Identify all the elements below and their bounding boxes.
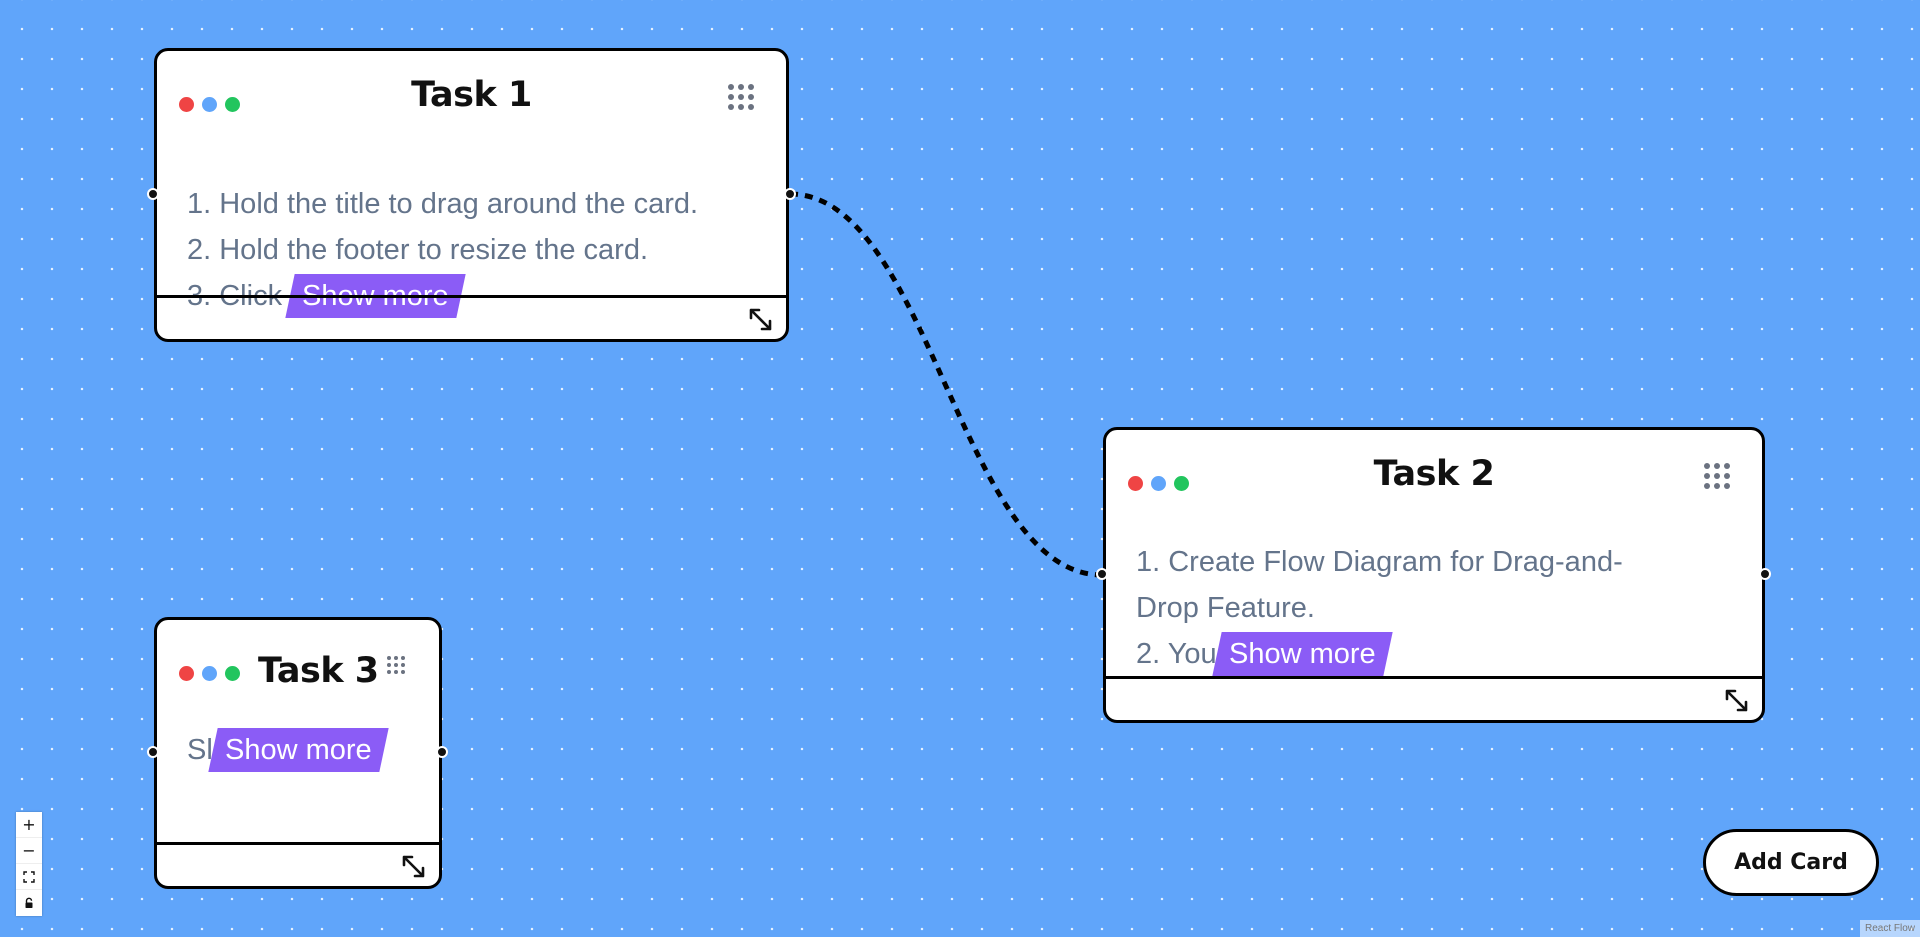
fit-view-button[interactable] [16, 864, 42, 890]
card-line-with-show-more: Sl Show more [187, 727, 419, 773]
card-1-left-handle[interactable] [147, 188, 159, 200]
show-more-button[interactable]: Show more [208, 728, 389, 772]
card-body: Sl Show more [187, 727, 419, 773]
task-card-2[interactable]: Task 2 1. Create Flow Diagram for Drag-a… [1103, 427, 1765, 723]
card-line: Drop Feature. [1136, 592, 1315, 624]
react-flow-attribution[interactable]: React Flow [1859, 920, 1920, 937]
show-more-label: Show more [224, 734, 372, 766]
card-header-drag-area[interactable]: Task 2 [1106, 430, 1762, 530]
show-more-label: Show more [1228, 638, 1376, 670]
card-header-drag-area[interactable]: Task 1 [157, 51, 786, 151]
card-3-right-handle[interactable] [436, 746, 448, 758]
card-header-drag-area[interactable]: Task 3 [157, 620, 439, 720]
card-footer-resize-area[interactable] [157, 295, 786, 339]
edge-task1-to-task2[interactable] [789, 191, 1103, 578]
zoom-in-button[interactable]: + [16, 812, 42, 838]
card-footer-resize-area[interactable] [157, 842, 439, 886]
minus-icon: − [22, 841, 36, 860]
card-footer-resize-area[interactable] [1106, 676, 1762, 720]
task-card-3[interactable]: Task 3 Sl Show more [154, 617, 442, 889]
card-line-with-show-more: 2. You Show more [1136, 631, 1742, 677]
resize-diagonal-icon[interactable] [399, 852, 429, 882]
card-3-left-handle[interactable] [147, 746, 159, 758]
green-dot-icon [225, 666, 240, 681]
card-line: 1. Create Flow Diagram for Drag-and- [1136, 546, 1623, 578]
card-title: Task 1 [411, 75, 532, 115]
lock-button[interactable] [16, 890, 42, 916]
card-2-left-handle[interactable] [1096, 568, 1108, 580]
flow-controls: + − [16, 812, 42, 916]
card-title: Task 3 [258, 651, 379, 691]
card-title: Task 2 [1373, 454, 1495, 494]
card-2-right-handle[interactable] [1759, 568, 1771, 580]
card-line: 1. Hold the title to drag around the car… [187, 188, 699, 220]
grip-dots-icon[interactable] [728, 84, 758, 114]
lock-icon [25, 897, 33, 908]
window-dots [179, 666, 240, 681]
grip-dots-icon[interactable] [1704, 463, 1734, 493]
grip-dots-icon[interactable] [387, 656, 417, 686]
flow-canvas[interactable]: Task 1 1. Hold the title to drag around … [0, 0, 1920, 937]
zoom-out-button[interactable]: − [16, 838, 42, 864]
card-line: 2. Hold the footer to resize the card. [187, 234, 649, 266]
show-more-button[interactable]: Show more [1211, 632, 1393, 676]
resize-diagonal-icon[interactable] [1722, 686, 1752, 716]
resize-diagonal-icon[interactable] [746, 305, 776, 335]
task-card-1[interactable]: Task 1 1. Hold the title to drag around … [154, 48, 789, 342]
plus-icon: + [22, 815, 36, 834]
card-line: Sl [187, 734, 213, 766]
card-line: 2. You [1136, 638, 1217, 670]
card-1-right-handle[interactable] [784, 188, 796, 200]
fit-view-icon [23, 870, 35, 883]
card-body: 1. Create Flow Diagram for Drag-and- Dro… [1136, 539, 1742, 677]
add-card-button[interactable]: Add Card [1703, 829, 1879, 896]
blue-dot-icon [202, 666, 217, 681]
red-dot-icon [179, 666, 194, 681]
